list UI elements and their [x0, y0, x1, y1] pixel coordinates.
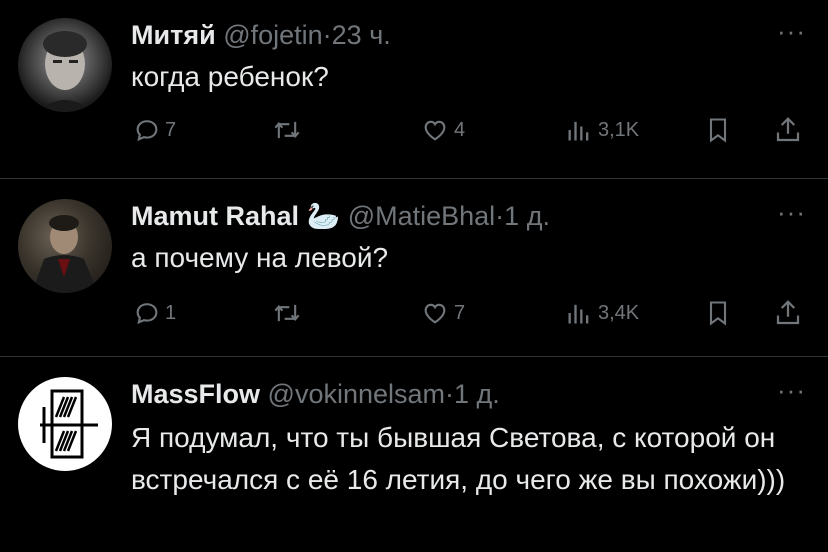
author-handle[interactable]: @vokinnelsam: [268, 379, 445, 409]
tweet-header: Mamut Rahal 🦢 @MatieBhal·1 д.: [131, 199, 550, 233]
views-button[interactable]: 3,4K: [564, 299, 639, 327]
tweet-header: MassFlow @vokinnelsam·1 д.: [131, 377, 500, 411]
more-options-icon[interactable]: ···: [777, 197, 806, 228]
reply-icon: [136, 120, 158, 142]
author-handle[interactable]: @MatieBhal: [348, 201, 495, 231]
author-emoji: 🦢: [306, 201, 341, 231]
like-icon: [424, 303, 446, 324]
tweet-header: Митяй @fojetin·23 ч.: [131, 18, 391, 52]
like-icon: [424, 120, 446, 141]
avatar[interactable]: [18, 18, 112, 112]
more-options-icon[interactable]: ···: [777, 375, 806, 406]
tweet-3[interactable]: MassFlow @vokinnelsam·1 д. ··· Я подумал…: [0, 357, 828, 552]
share-icon: [776, 300, 800, 325]
retweet-icon: [274, 121, 300, 139]
tweet-text: Я подумал, что ты бывшая Светова, с кото…: [131, 422, 786, 495]
avatar[interactable]: [18, 377, 112, 471]
author-handle[interactable]: @fojetin: [223, 20, 322, 50]
reply-count: 1: [165, 301, 177, 324]
reply-button[interactable]: 1: [133, 299, 176, 327]
separator: ·: [445, 379, 455, 409]
views-icon: [568, 121, 589, 141]
views-icon: [568, 304, 589, 324]
avatar-photo: [32, 215, 98, 293]
timestamp[interactable]: 23 ч.: [332, 20, 391, 50]
bookmark-button[interactable]: [704, 298, 732, 328]
retweet-button[interactable]: [271, 116, 307, 144]
like-count: 7: [454, 301, 466, 324]
retweet-button[interactable]: [271, 299, 307, 327]
separator: ·: [322, 20, 332, 50]
retweet-icon: [274, 304, 300, 322]
timestamp[interactable]: 1 д.: [454, 379, 500, 409]
reply-icon: [136, 303, 158, 325]
tweet-text: а почему на левой?: [131, 242, 389, 273]
crime-boy-logo: [40, 389, 98, 459]
separator: ·: [495, 201, 505, 231]
share-button[interactable]: [773, 115, 803, 145]
tweet-text: когда ребенок?: [131, 61, 329, 92]
more-options-icon[interactable]: ···: [777, 16, 806, 47]
share-button[interactable]: [773, 298, 803, 328]
timestamp[interactable]: 1 д.: [504, 201, 550, 231]
share-icon: [776, 117, 800, 142]
views-count: 3,1K: [598, 118, 640, 141]
avatar-photo: [38, 31, 92, 112]
author-name[interactable]: Митяй: [131, 20, 216, 50]
tweet-2[interactable]: Mamut Rahal 🦢 @MatieBhal·1 д. ··· а поче…: [0, 179, 828, 356]
author-name[interactable]: Mamut Rahal: [131, 201, 299, 231]
reply-count: 7: [165, 118, 177, 141]
reply-button[interactable]: 7: [133, 116, 176, 144]
like-button[interactable]: 4: [420, 116, 465, 144]
like-button[interactable]: 7: [420, 299, 465, 327]
bookmark-icon: [709, 301, 727, 326]
author-name[interactable]: MassFlow: [131, 379, 260, 409]
views-count: 3,4K: [598, 301, 640, 324]
avatar[interactable]: [18, 199, 112, 293]
tweet-1[interactable]: Митяй @fojetin·23 ч. ··· когда ребенок? …: [0, 0, 828, 178]
bookmark-button[interactable]: [704, 115, 732, 145]
views-button[interactable]: 3,1K: [564, 116, 639, 144]
bookmark-icon: [709, 118, 727, 143]
like-count: 4: [454, 118, 466, 141]
